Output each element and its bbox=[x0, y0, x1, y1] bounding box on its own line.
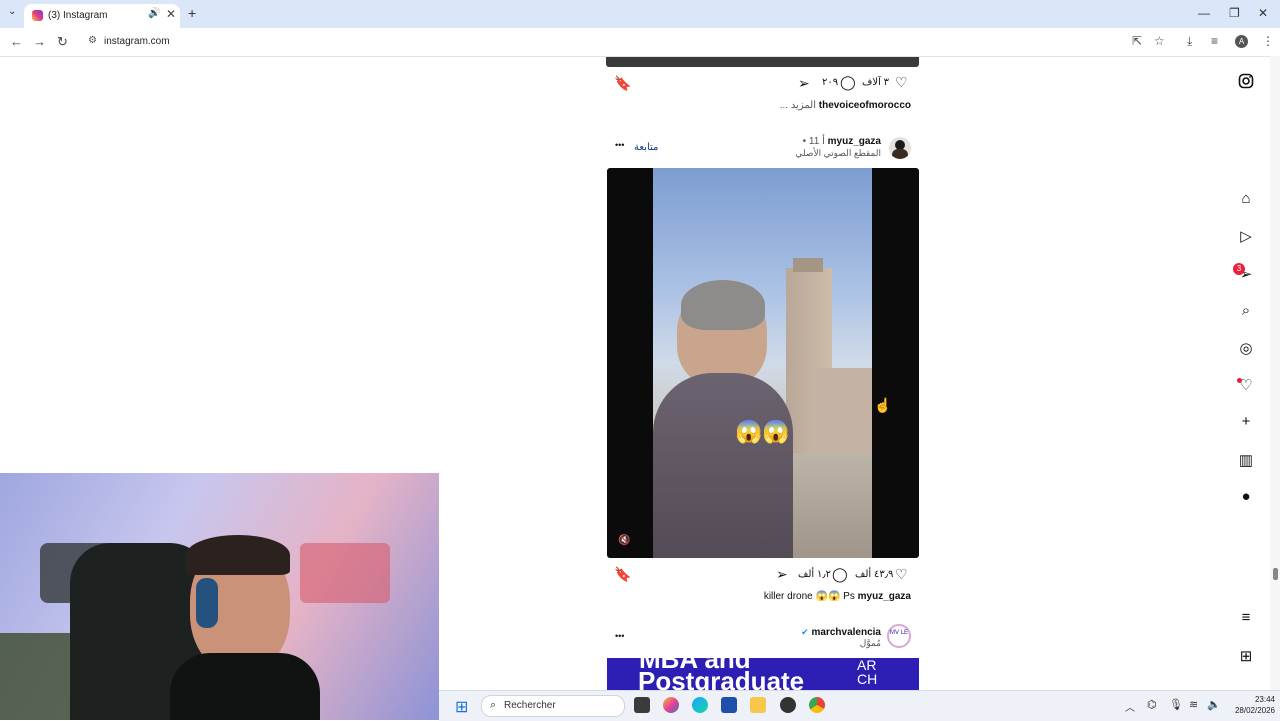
task-view-icon[interactable] bbox=[634, 697, 650, 713]
mouse-cursor-icon: ☝ bbox=[874, 397, 892, 413]
post2-audio-label[interactable]: المقطع الصوتي الأصلي bbox=[760, 148, 881, 159]
browser-tab[interactable]: (3) Instagram 🔊 ✕ bbox=[24, 4, 180, 28]
post1-share-icon[interactable]: ➢ bbox=[798, 75, 810, 92]
create-plus-icon[interactable]: + bbox=[1237, 413, 1255, 431]
home-icon[interactable]: ⌂ bbox=[1237, 190, 1255, 208]
instagram-favicon-icon bbox=[32, 10, 43, 21]
post2-more-options-icon[interactable]: ••• bbox=[615, 140, 624, 150]
post1-comment-count: ٢٠٩ bbox=[822, 77, 839, 88]
audio-playing-icon[interactable]: 🔊 bbox=[148, 8, 160, 19]
ad-headline-line2: Postgraduate bbox=[638, 666, 805, 690]
ad-side-text: AR CH bbox=[857, 658, 878, 687]
new-tab-button[interactable]: + bbox=[188, 5, 196, 21]
post1-media-bottom bbox=[606, 57, 919, 67]
post2-caption-text: killer drone 😱😱 Ps bbox=[763, 591, 855, 602]
post2-comment-count: ١٫٢ ألف bbox=[798, 569, 831, 580]
post2-caption: killer drone 😱😱 Ps myuz_gaza bbox=[700, 591, 911, 602]
post3-header: ✔ marchvalencia مُموَّل bbox=[760, 627, 881, 649]
post2-time: • 11 أ bbox=[802, 136, 825, 147]
extensions-icon[interactable]: ≡ bbox=[1211, 34, 1218, 48]
taskbar-date: 28/02/2026 bbox=[1234, 706, 1275, 715]
post1-caption: ... المزيد thevoiceofmorocco bbox=[770, 100, 911, 111]
tab-list-icon[interactable]: ⌄ bbox=[8, 6, 16, 17]
webcam-overlay bbox=[0, 473, 439, 720]
post2-follow-button[interactable]: متابعة bbox=[634, 142, 658, 153]
post1-more-link[interactable]: ... المزيد bbox=[780, 100, 816, 111]
tab-close-icon[interactable]: ✕ bbox=[166, 7, 176, 21]
post2-video[interactable]: 😱😱 🔇 bbox=[607, 168, 919, 558]
apps-grid-icon[interactable]: ⊞ bbox=[1237, 647, 1255, 665]
copilot-icon[interactable] bbox=[663, 697, 679, 713]
microphone-icon[interactable]: 🎙 bbox=[1169, 698, 1183, 711]
post2-avatar[interactable] bbox=[889, 137, 911, 159]
network-icon[interactable]: ⌬ bbox=[1147, 698, 1157, 711]
scrollbar-thumb[interactable] bbox=[1273, 568, 1278, 580]
app-icon[interactable] bbox=[780, 697, 796, 713]
taskbar-clock[interactable]: 23:44 28/02/2026 bbox=[1225, 694, 1275, 716]
tray-chevron-icon[interactable]: ︿ bbox=[1125, 699, 1135, 714]
browser-titlebar: ⌄ (3) Instagram 🔊 ✕ + — ❐ ✕ bbox=[0, 0, 1280, 28]
profile-avatar[interactable]: A bbox=[1235, 35, 1248, 48]
post1-username[interactable]: thevoiceofmorocco bbox=[819, 100, 911, 111]
install-app-icon[interactable]: ⇱ bbox=[1132, 34, 1142, 48]
verified-badge-icon: ✔ bbox=[801, 627, 809, 637]
tab-title: (3) Instagram bbox=[48, 10, 108, 21]
url-field[interactable]: ⚙ instagram.com bbox=[82, 31, 1122, 53]
post2-like-count: ٤٣٫٩ ألف bbox=[855, 569, 894, 580]
post3-username[interactable]: marchvalencia bbox=[812, 627, 882, 638]
edge-icon[interactable] bbox=[692, 697, 708, 713]
address-toolbar: ← → ↻ ⚙ instagram.com ⇱ ☆ ⤓ ≡ A ⋮ bbox=[0, 28, 1280, 57]
windows-taskbar: ⊞ ⌕ Rechercher ︿ ⌬ 🎙 ≋ 🔈 23:44 28/02/202… bbox=[439, 690, 1280, 721]
post2-username[interactable]: myuz_gaza bbox=[828, 136, 881, 147]
post1-save-icon[interactable]: 🔖 bbox=[614, 75, 631, 92]
browser-menu-icon[interactable]: ⋮ bbox=[1262, 34, 1274, 48]
back-arrow-icon[interactable]: ← bbox=[10, 34, 23, 49]
post3-sponsored-label: مُموَّل bbox=[859, 638, 881, 648]
downloads-icon[interactable]: ⤓ bbox=[1187, 34, 1192, 49]
post2-caption-username[interactable]: myuz_gaza bbox=[858, 591, 911, 602]
wifi-icon[interactable]: ≋ bbox=[1189, 698, 1198, 711]
post2-comment-icon[interactable]: ◯ bbox=[832, 566, 848, 583]
store-icon[interactable] bbox=[721, 697, 737, 713]
window-minimize-button[interactable]: — bbox=[1198, 6, 1210, 20]
explore-icon[interactable]: ◎ bbox=[1237, 339, 1255, 357]
file-explorer-icon[interactable] bbox=[750, 697, 766, 713]
taskbar-time: 23:44 bbox=[1254, 695, 1275, 704]
taskbar-search-icon: ⌕ bbox=[490, 699, 497, 711]
menu-hamburger-icon[interactable]: ≡ bbox=[1237, 609, 1255, 627]
video-frame: 😱😱 bbox=[653, 168, 872, 558]
taskbar-search-placeholder: Rechercher bbox=[504, 700, 556, 711]
post3-more-options-icon[interactable]: ••• bbox=[615, 631, 624, 641]
profile-avatar-icon[interactable]: ● bbox=[1237, 488, 1255, 506]
post2-like-icon[interactable]: ♡ bbox=[895, 566, 908, 583]
site-info-icon[interactable]: ⚙ bbox=[88, 35, 97, 46]
dashboard-icon[interactable]: ▥ bbox=[1237, 451, 1255, 469]
post2-share-icon[interactable]: ➢ bbox=[776, 566, 788, 583]
taskbar-search-input[interactable]: ⌕ Rechercher bbox=[481, 695, 625, 717]
reload-icon[interactable]: ↻ bbox=[57, 34, 68, 50]
chrome-icon[interactable] bbox=[809, 697, 825, 713]
volume-icon[interactable]: 🔈 bbox=[1207, 698, 1221, 711]
page-scrollbar[interactable] bbox=[1270, 56, 1280, 690]
url-text[interactable]: instagram.com bbox=[104, 36, 170, 47]
bookmark-star-icon[interactable]: ☆ bbox=[1154, 34, 1165, 48]
post2-header: • 11 أ myuz_gaza المقطع الصوتي الأصلي bbox=[760, 136, 881, 159]
window-close-button[interactable]: ✕ bbox=[1258, 6, 1268, 20]
post3-avatar[interactable]: MV LE bbox=[887, 624, 911, 648]
forward-arrow-icon[interactable]: → bbox=[33, 34, 46, 49]
search-icon[interactable]: ⌕ bbox=[1237, 302, 1255, 320]
post2-save-icon[interactable]: 🔖 bbox=[614, 566, 631, 583]
instagram-logo-icon[interactable] bbox=[1237, 73, 1255, 91]
post1-comment-icon[interactable]: ◯ bbox=[840, 74, 856, 91]
video-mute-icon[interactable]: 🔇 bbox=[618, 535, 630, 546]
reels-icon[interactable]: ▷ bbox=[1237, 227, 1255, 245]
post1-like-icon[interactable]: ♡ bbox=[895, 74, 908, 91]
notification-dot bbox=[1237, 378, 1242, 383]
window-restore-button[interactable]: ❐ bbox=[1229, 6, 1240, 20]
post3-ad-media[interactable]: MBA and Postgraduate AR CH bbox=[607, 658, 919, 690]
video-emoji-overlay: 😱😱 bbox=[735, 419, 790, 444]
notification-badge: 3 bbox=[1233, 263, 1245, 275]
windows-start-icon[interactable]: ⊞ bbox=[455, 697, 468, 717]
post1-like-count: ٣ آلاف bbox=[862, 77, 890, 88]
